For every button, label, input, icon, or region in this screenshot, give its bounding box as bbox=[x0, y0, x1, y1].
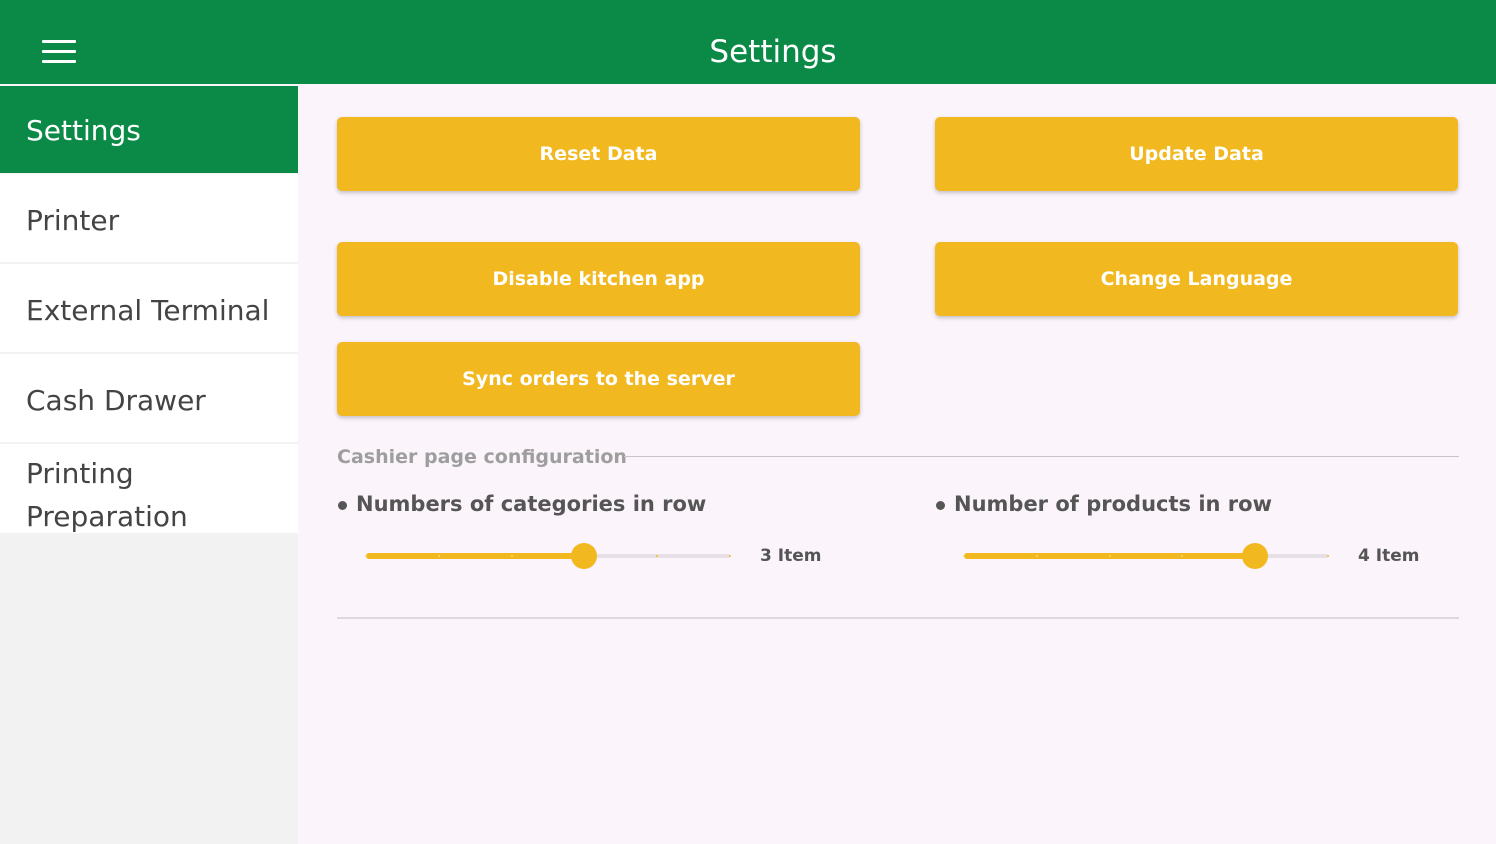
settings-content: Reset Data Update Data Disable kitchen a… bbox=[298, 86, 1496, 844]
slider-thumb[interactable] bbox=[571, 543, 598, 569]
categories-per-row-label: Numbers of categories in row bbox=[356, 492, 707, 516]
products-per-row-slider[interactable] bbox=[963, 541, 1329, 571]
slider-thumb[interactable] bbox=[1242, 543, 1269, 569]
products-per-row-label: Number of products in row bbox=[954, 492, 1272, 516]
categories-per-row-slider[interactable] bbox=[365, 541, 731, 571]
disable-kitchen-app-button[interactable]: Disable kitchen app bbox=[337, 242, 860, 316]
sidebar-item-printing-preparation[interactable]: Printing Preparation bbox=[0, 444, 298, 533]
divider bbox=[337, 617, 1459, 619]
slider-tick bbox=[963, 555, 965, 557]
sidebar-item-label: Printing Preparation bbox=[26, 457, 188, 533]
slider-fill bbox=[366, 553, 585, 559]
sidebar: Settings Printer External Terminal Cash … bbox=[0, 86, 298, 844]
divider bbox=[624, 456, 1459, 457]
app-bar: Settings bbox=[0, 0, 1496, 84]
update-data-button[interactable]: Update Data bbox=[935, 117, 1458, 191]
slider-tick bbox=[437, 555, 440, 557]
sidebar-item-label: Cash Drawer bbox=[26, 384, 206, 417]
sidebar-item-settings[interactable]: Settings bbox=[0, 86, 298, 173]
sync-orders-button[interactable]: Sync orders to the server bbox=[337, 342, 860, 416]
sidebar-item-cash-drawer[interactable]: Cash Drawer bbox=[0, 354, 298, 442]
categories-per-row-value: 3 Item bbox=[760, 546, 822, 566]
sidebar-item-external-terminal[interactable]: External Terminal bbox=[0, 264, 298, 352]
reset-data-button[interactable]: Reset Data bbox=[337, 117, 860, 191]
slider-tick bbox=[1035, 555, 1038, 557]
slider-tick bbox=[365, 555, 367, 557]
products-per-row-value: 4 Item bbox=[1358, 546, 1420, 566]
sidebar-item-label: Settings bbox=[26, 114, 141, 147]
slider-tick bbox=[510, 555, 513, 557]
sidebar-item-label: External Terminal bbox=[26, 294, 270, 327]
change-language-button[interactable]: Change Language bbox=[935, 242, 1458, 316]
slider-tick bbox=[1108, 555, 1111, 557]
sidebar-item-printer[interactable]: Printer bbox=[0, 174, 298, 262]
section-title: Cashier page configuration bbox=[337, 446, 627, 468]
slider-tick bbox=[729, 555, 731, 557]
slider-tick bbox=[1327, 555, 1329, 557]
bullet-icon bbox=[338, 501, 347, 510]
sidebar-item-label: Printer bbox=[26, 204, 120, 237]
bullet-icon bbox=[936, 501, 945, 510]
